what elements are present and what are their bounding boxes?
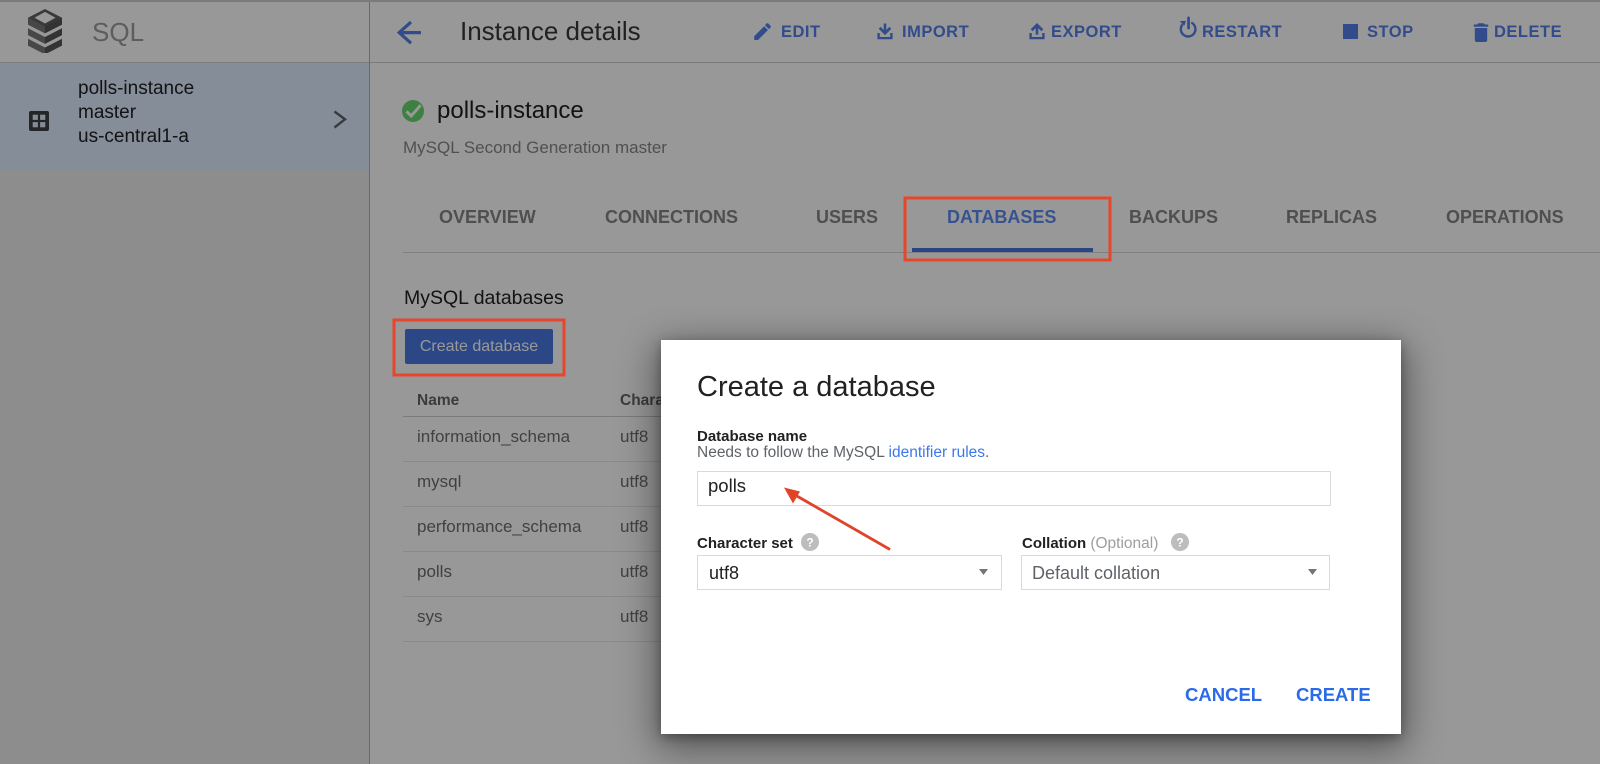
svg-text:?: ? xyxy=(806,535,813,549)
svg-text:?: ? xyxy=(1176,535,1183,549)
